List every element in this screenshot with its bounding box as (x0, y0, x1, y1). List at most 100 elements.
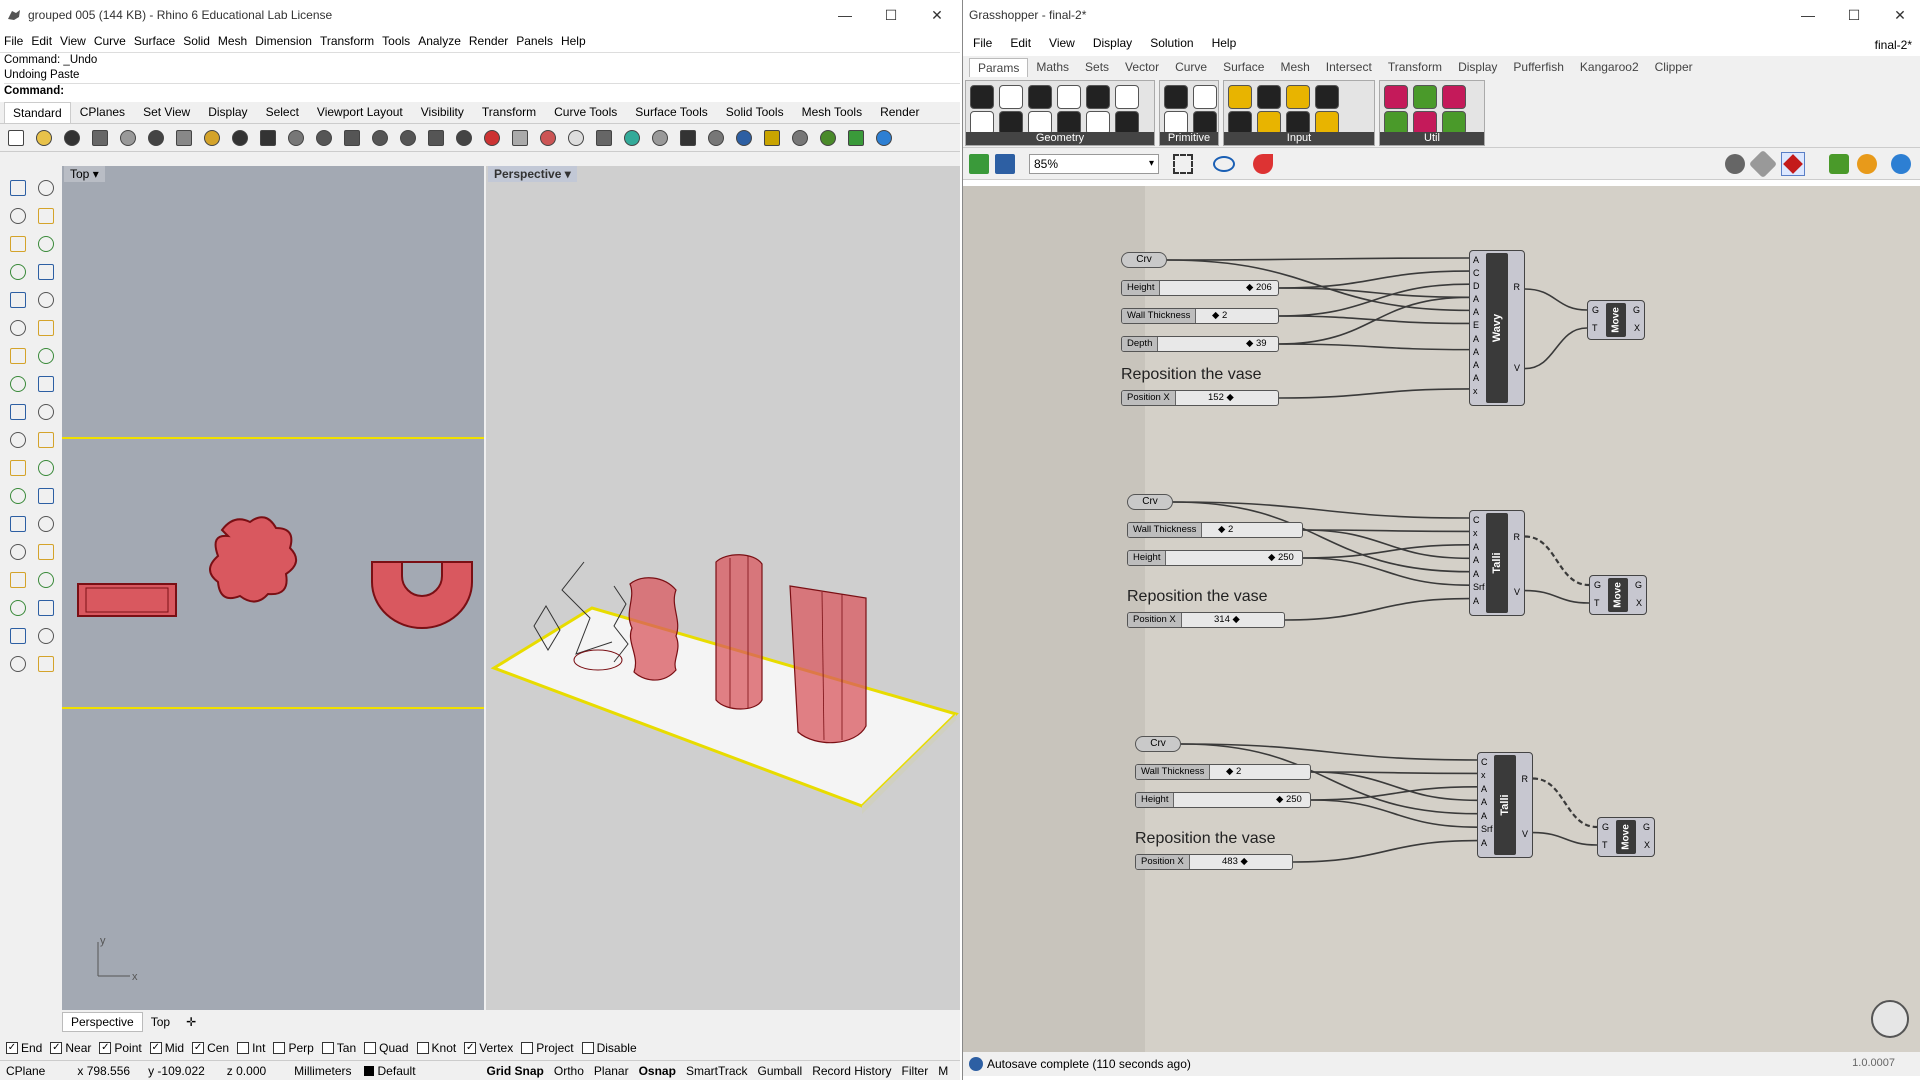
rotate-tool-icon[interactable] (34, 456, 58, 480)
rhino-minimize-button[interactable]: — (822, 0, 868, 30)
trim-tool-icon[interactable] (34, 484, 58, 508)
help-icon[interactable] (872, 127, 896, 149)
command-prompt[interactable]: Command: (4, 83, 960, 98)
menu-dimension[interactable]: Dimension (255, 34, 312, 48)
gh-close-button[interactable]: ✕ (1877, 0, 1920, 30)
print-icon[interactable] (88, 127, 112, 149)
save-file-icon[interactable] (995, 154, 1015, 174)
dimension-tool-icon[interactable] (34, 400, 58, 424)
gh-tab-params[interactable]: Params (969, 57, 1029, 77)
toolbar-tab-select[interactable]: Select (257, 101, 308, 123)
box-tool-icon[interactable] (6, 344, 30, 368)
output-pin[interactable]: V (1514, 363, 1520, 373)
vase-section-flower[interactable] (209, 516, 297, 603)
gh-tab-vector[interactable]: Vector (1117, 58, 1167, 76)
toggle-ortho[interactable]: Ortho (549, 1064, 589, 1078)
menu-surface[interactable]: Surface (134, 34, 175, 48)
zoom-window-icon[interactable] (340, 127, 364, 149)
gh-tab-sets[interactable]: Sets (1077, 58, 1117, 76)
slider-depth[interactable]: Depth ◆ 39 (1121, 336, 1279, 352)
input-pin[interactable]: A (1473, 307, 1479, 317)
gh-menu-edit[interactable]: Edit (1010, 36, 1031, 50)
vase-section-wavy[interactable] (77, 583, 177, 617)
menu-help[interactable]: Help (561, 34, 586, 48)
geometry-component-icon[interactable] (1115, 85, 1139, 109)
output-pin[interactable]: X (1634, 323, 1640, 333)
toggle-filter[interactable]: Filter (897, 1064, 934, 1078)
output-pin[interactable]: V (1522, 829, 1528, 839)
toolbar-tab-cplanes[interactable]: CPlanes (71, 101, 134, 123)
util-component-icon[interactable] (1413, 85, 1437, 109)
input-pin[interactable]: T (1594, 598, 1600, 608)
viewport-perspective[interactable]: Perspective ▾ (486, 166, 960, 1010)
sphere-icon[interactable] (648, 127, 672, 149)
ellipse-tool-icon[interactable] (6, 260, 30, 284)
zoom-in-icon[interactable] (312, 127, 336, 149)
input-pin[interactable]: A (1473, 255, 1479, 265)
output-pin[interactable]: G (1643, 822, 1650, 832)
circle-tool-icon[interactable] (6, 652, 30, 676)
toggle-m[interactable]: M (933, 1064, 953, 1078)
redo-icon[interactable] (256, 127, 280, 149)
input-pin[interactable]: A (1473, 569, 1479, 579)
gh-menu-help[interactable]: Help (1212, 36, 1237, 50)
toolbar-tab-transform[interactable]: Transform (473, 101, 545, 123)
lock-icon[interactable] (592, 127, 616, 149)
copy-icon[interactable] (172, 127, 196, 149)
point-tool-icon[interactable] (34, 596, 58, 620)
filter-icon[interactable] (760, 127, 784, 149)
output-pin[interactable]: X (1636, 598, 1642, 608)
output-pin[interactable]: R (1514, 532, 1521, 542)
explode-tool-icon[interactable] (6, 540, 30, 564)
input-pin[interactable]: x (1473, 386, 1478, 396)
new-icon[interactable] (4, 127, 28, 149)
select-tool-icon[interactable] (6, 596, 30, 620)
check-tool-icon[interactable] (34, 568, 58, 592)
osnap-checkbox[interactable]: ✓ (192, 1042, 205, 1054)
gh-menu-view[interactable]: View (1049, 36, 1075, 50)
polyline-tool-icon[interactable] (6, 624, 30, 648)
output-pin[interactable]: R (1514, 282, 1521, 292)
viewport-tab-top[interactable]: Top (143, 1013, 178, 1031)
primitive-component-icon[interactable] (1193, 85, 1217, 109)
osnap-tan[interactable]: Tan (321, 1041, 356, 1055)
geometry-component-icon[interactable] (1057, 85, 1081, 109)
grasshopper-icon[interactable] (816, 127, 840, 149)
vase-wavy-3d[interactable] (628, 577, 679, 681)
fan-icon[interactable] (536, 127, 560, 149)
gh-menu-file[interactable]: File (973, 36, 992, 50)
preview-mode-icon[interactable] (1725, 154, 1745, 174)
zoom-extents-icon[interactable] (1173, 154, 1193, 174)
curve-tool-icon[interactable] (34, 624, 58, 648)
preview-eye-icon[interactable] (1213, 156, 1235, 172)
menu-curve[interactable]: Curve (94, 34, 126, 48)
cone-tool-icon[interactable] (34, 372, 58, 396)
gh-tab-kangaroo2[interactable]: Kangaroo2 (1572, 58, 1647, 76)
menu-transform[interactable]: Transform (320, 34, 374, 48)
menu-mesh[interactable]: Mesh (218, 34, 247, 48)
osnap-checkbox[interactable]: ✓ (50, 1042, 63, 1054)
bulb-icon[interactable] (564, 127, 588, 149)
units-label[interactable]: Millimeters (288, 1064, 357, 1078)
osnap-checkbox[interactable] (273, 1042, 286, 1054)
input-pin[interactable]: E (1473, 320, 1479, 330)
input-pin[interactable]: A (1481, 797, 1487, 807)
menu-view[interactable]: View (60, 34, 86, 48)
open-file-icon[interactable] (969, 154, 989, 174)
crv-param[interactable]: Crv (1127, 494, 1173, 510)
cylinder-tool-icon[interactable] (6, 372, 30, 396)
select-tool-icon[interactable] (6, 176, 30, 200)
gh-tab-mesh[interactable]: Mesh (1272, 58, 1317, 76)
input-component-icon[interactable] (1315, 85, 1339, 109)
toolbar-tab-render[interactable]: Render (871, 101, 928, 123)
vase-section-u[interactable] (371, 561, 473, 629)
analyze-tool-icon[interactable] (6, 568, 30, 592)
util-component-icon[interactable] (1442, 85, 1466, 109)
import-icon[interactable] (116, 127, 140, 149)
osnap-cen[interactable]: ✓ Cen (192, 1041, 229, 1055)
gh-maximize-button[interactable]: ☐ (1831, 0, 1877, 30)
toolbar-tab-set-view[interactable]: Set View (134, 101, 199, 123)
osnap-point[interactable]: ✓ Point (99, 1041, 142, 1055)
osnap-knot[interactable]: Knot (416, 1041, 456, 1055)
osnap-checkbox[interactable] (237, 1042, 250, 1054)
